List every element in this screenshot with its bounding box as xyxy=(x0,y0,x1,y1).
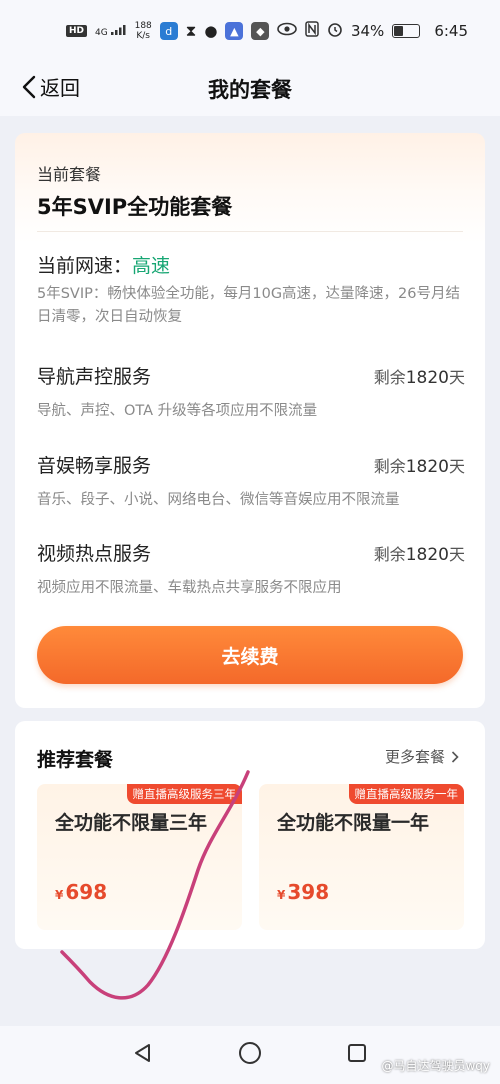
price-value: 698 xyxy=(65,880,108,904)
remaining-prefix: 剩余 xyxy=(373,368,406,387)
current-plan-name: 5年SVIP全功能套餐 xyxy=(37,195,233,219)
network-type: 4G xyxy=(95,27,108,38)
status-right: 34% 6:45 xyxy=(277,21,468,41)
remaining-unit: 天 xyxy=(448,368,465,387)
back-label: 返回 xyxy=(40,76,80,100)
offer-price: ¥398 xyxy=(277,880,329,904)
recommended-plans-card: 推荐套餐 更多套餐 赠直播高级服务三年 全功能不限量三年 ¥698 赠直播高级服… xyxy=(15,721,485,949)
speed-value: 188 xyxy=(134,21,152,31)
chat-icon: ● xyxy=(204,22,218,40)
remaining-days: 1820 xyxy=(405,545,449,565)
divider xyxy=(37,231,463,232)
more-plans-label: 更多套餐 xyxy=(384,748,445,766)
speed-label: 当前网速： xyxy=(37,255,133,277)
app-icon: d xyxy=(159,22,178,40)
offer-tag: 赠直播高级服务一年 xyxy=(348,784,464,804)
speed-unit: K/s xyxy=(136,31,150,41)
current-plan-label: 当前套餐 xyxy=(37,165,102,184)
service-remaining: 剩余1820天 xyxy=(374,364,465,388)
chevron-left-icon xyxy=(22,75,36,98)
remaining-unit: 天 xyxy=(448,545,465,564)
chevron-right-icon xyxy=(451,750,459,763)
service-description: 视频应用不限流量、车载热点共享服务不限应用 xyxy=(37,580,342,596)
nav-bar: 返回 我的套餐 xyxy=(0,62,500,116)
speed-description: 5年SVIP：畅快体验全功能，每月10G高速，达量降速，26号月结日清零，次日自… xyxy=(37,286,461,325)
service-description: 导航、声控、OTA 升级等各项应用不限流量 xyxy=(37,403,318,419)
eye-icon xyxy=(277,22,297,40)
watermark: @马自达驾驶员wqy xyxy=(381,1059,490,1073)
speed-value: 高速 xyxy=(132,255,171,277)
service-item: 导航声控服务 剩余1820天 导航、声控、OTA 升级等各项应用不限流量 xyxy=(37,362,465,420)
plan-offer-card[interactable]: 赠直播高级服务三年 全功能不限量三年 ¥698 xyxy=(37,784,242,930)
more-plans-link[interactable]: 更多套餐 xyxy=(385,746,459,767)
back-triangle-icon[interactable] xyxy=(132,1042,154,1068)
remaining-days: 1820 xyxy=(405,457,449,477)
hd-icon: HD xyxy=(66,25,88,37)
back-button[interactable]: 返回 xyxy=(22,72,80,101)
price-value: 398 xyxy=(287,880,330,904)
recommended-title: 推荐套餐 xyxy=(37,749,114,771)
service-item: 视频热点服务 剩余1820天 视频应用不限流量、车载热点共享服务不限应用 xyxy=(37,539,465,597)
battery-percent: 34% xyxy=(350,22,385,40)
status-left: HD 4G 188 K/s d ⧗ ● ▲ ◆ xyxy=(66,21,270,41)
remaining-unit: 天 xyxy=(448,457,465,476)
home-circle-icon[interactable] xyxy=(238,1041,262,1069)
alarm-icon xyxy=(327,21,343,41)
current-plan-card: 当前套餐 5年SVIP全功能套餐 当前网速：高速 5年SVIP：畅快体验全功能，… xyxy=(15,133,485,708)
offer-name: 全功能不限量一年 xyxy=(277,812,430,834)
service-description: 音乐、段子、小说、网络电台、微信等音娱应用不限流量 xyxy=(37,492,400,508)
offer-price: ¥698 xyxy=(55,880,107,904)
service-item: 音娱畅享服务 剩余1820天 音乐、段子、小说、网络电台、微信等音娱应用不限流量 xyxy=(37,451,465,509)
cap-icon: ▲ xyxy=(225,22,244,40)
app-icon: ◆ xyxy=(251,22,270,40)
battery-icon xyxy=(392,24,421,38)
status-bar: HD 4G 188 K/s d ⧗ ● ▲ ◆ 34% 6:45 xyxy=(0,0,500,62)
nfc-icon xyxy=(305,21,319,41)
plan-offer-card[interactable]: 赠直播高级服务一年 全功能不限量一年 ¥398 xyxy=(259,784,464,930)
remaining-prefix: 剩余 xyxy=(373,457,406,476)
speed-row: 当前网速：高速 xyxy=(37,251,170,278)
offer-tag: 赠直播高级服务三年 xyxy=(126,784,242,804)
service-remaining: 剩余1820天 xyxy=(374,453,465,477)
currency-symbol: ¥ xyxy=(55,888,64,902)
currency-symbol: ¥ xyxy=(277,888,286,902)
clock: 6:45 xyxy=(434,22,468,40)
renew-button[interactable]: 去续费 xyxy=(37,626,463,684)
recents-square-icon[interactable] xyxy=(346,1042,368,1068)
system-nav-bar: @马自达驾驶员wqy xyxy=(0,1026,500,1084)
service-remaining: 剩余1820天 xyxy=(374,541,465,565)
remaining-prefix: 剩余 xyxy=(373,545,406,564)
signal-icon: 4G xyxy=(95,24,127,38)
hourglass-icon: ⧗ xyxy=(185,22,197,40)
offer-name: 全功能不限量三年 xyxy=(55,812,208,834)
remaining-days: 1820 xyxy=(405,368,449,388)
network-speed: 188 K/s xyxy=(135,21,152,41)
